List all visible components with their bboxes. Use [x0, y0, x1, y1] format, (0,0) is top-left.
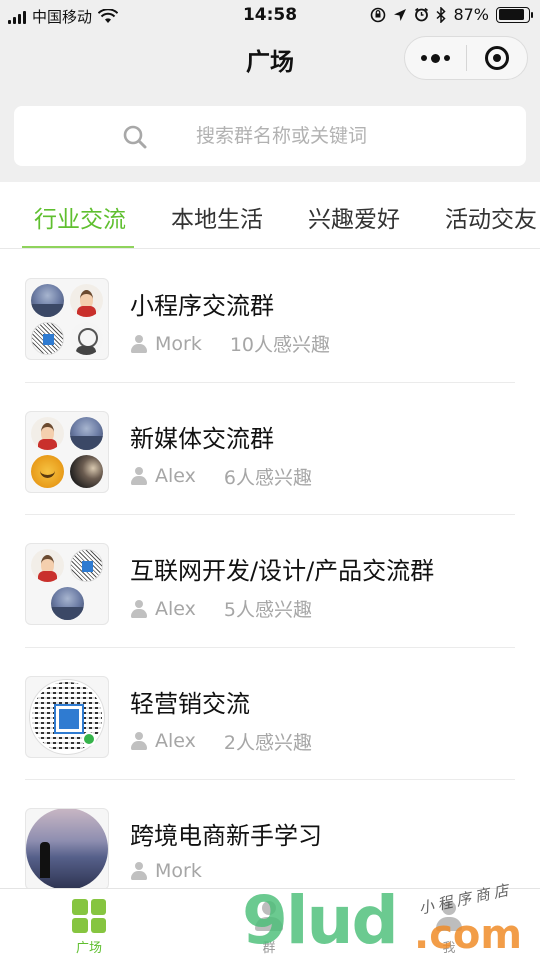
- interest-count: 5人感兴趣: [223, 599, 312, 621]
- tab-events[interactable]: 活动交友: [445, 200, 537, 234]
- close-button[interactable]: [467, 37, 528, 79]
- group-owner: Alex: [155, 730, 196, 752]
- group-owner: Alex: [155, 597, 196, 620]
- tabbar-me[interactable]: 我: [389, 899, 509, 956]
- interest-count: 10人感兴趣: [229, 334, 331, 356]
- group-name: 互联网开发/设计/产品交流群: [130, 557, 435, 585]
- group-avatar: [25, 543, 109, 625]
- member-avatar: [31, 454, 65, 488]
- tab-industry[interactable]: 行业交流: [34, 200, 126, 234]
- tabbar-groups[interactable]: 群: [209, 899, 329, 956]
- grid-icon: [72, 899, 106, 933]
- group-name: 跨境电商新手学习: [130, 822, 322, 850]
- group-owner: Mork: [155, 860, 202, 882]
- screen: 中国移动 14:58 87% 广场 搜索群名称或关键词 行业交流 本地生活 兴趣…: [0, 0, 540, 960]
- status-right: 87%: [370, 5, 533, 24]
- member-avatar: [69, 416, 103, 450]
- group-list: 小程序交流群 Mork 10人感兴趣 新媒体交流群 Alex 6人感兴趣 互联网…: [0, 250, 540, 913]
- group-avatar: [25, 278, 109, 360]
- member-avatar: [50, 587, 84, 620]
- member-avatar: [69, 322, 103, 355]
- member-avatar: [31, 284, 65, 317]
- battery-fill: [498, 9, 524, 20]
- list-item[interactable]: 小程序交流群 Mork 10人感兴趣: [0, 250, 540, 383]
- group-meta: Alex 5人感兴趣: [130, 595, 312, 622]
- tab-hobbies[interactable]: 兴趣爱好: [308, 200, 400, 234]
- tab-local-life[interactable]: 本地生活: [171, 200, 263, 234]
- user-icon: [130, 334, 148, 353]
- group-owner: Mork: [155, 332, 202, 355]
- more-dots-icon: [420, 53, 450, 63]
- tabbar-plaza[interactable]: 广场: [29, 899, 149, 956]
- user-icon: [130, 467, 148, 485]
- group-name: 小程序交流群: [130, 292, 274, 320]
- qr-logo: [56, 705, 82, 732]
- group-meta: Mork 10人感兴趣: [130, 330, 330, 357]
- alarm-icon: [415, 7, 429, 22]
- user-icon: [432, 899, 466, 933]
- interest-count: 6人感兴趣: [223, 466, 312, 489]
- close-target-icon: [484, 46, 509, 70]
- user-icon: [130, 599, 148, 618]
- active-tab-underline: [22, 246, 134, 248]
- member-avatar: [31, 322, 65, 355]
- list-item[interactable]: 轻营销交流 Alex 2人感兴趣: [0, 648, 540, 780]
- member-avatar: [69, 454, 103, 488]
- tabbar-label: 广场: [75, 941, 102, 956]
- user-icon: [130, 862, 148, 880]
- user-icon: [130, 732, 148, 750]
- category-tabs: 行业交流 本地生活 兴趣爱好 活动交友: [0, 182, 540, 249]
- qr-code-avatar: [30, 679, 104, 754]
- member-avatar: [69, 549, 103, 582]
- search-area: [0, 92, 540, 182]
- list-item[interactable]: 互联网开发/设计/产品交流群 Alex 5人感兴趣: [0, 515, 540, 648]
- battery-percent: 87%: [453, 5, 489, 24]
- search-icon: [123, 125, 147, 149]
- status-bar: 中国移动 14:58 87%: [0, 0, 540, 32]
- rotation-lock-icon: [371, 7, 386, 22]
- group-name: 轻营销交流: [130, 689, 250, 718]
- group-avatar: [25, 808, 109, 890]
- more-button[interactable]: [405, 37, 466, 79]
- bottom-tab-bar: 广场 群 我: [0, 888, 540, 960]
- member-avatar: [31, 549, 65, 582]
- sunset-photo-avatar: [26, 809, 108, 889]
- capsule-menu: [404, 36, 528, 80]
- group-avatar: [25, 675, 109, 758]
- group-meta: Alex 6人感兴趣: [130, 463, 312, 490]
- group-meta: Alex 2人感兴趣: [130, 728, 312, 755]
- member-avatar: [31, 416, 65, 450]
- search-box[interactable]: [14, 106, 526, 166]
- group-icon: [251, 899, 287, 933]
- tabbar-label: 我: [442, 941, 456, 956]
- nav-bar: 广场: [0, 32, 540, 92]
- tabbar-label: 群: [262, 941, 276, 956]
- group-meta: Mork: [130, 860, 230, 882]
- list-item[interactable]: 新媒体交流群 Alex 6人感兴趣: [0, 383, 540, 515]
- battery-icon: [496, 6, 533, 23]
- group-avatar: [25, 410, 109, 493]
- wechat-badge-icon: [82, 731, 96, 746]
- bluetooth-icon: [436, 6, 447, 23]
- search-input[interactable]: [196, 122, 496, 150]
- member-avatar: [69, 284, 103, 317]
- location-icon: [394, 8, 407, 21]
- group-name: 新媒体交流群: [130, 424, 274, 453]
- group-owner: Alex: [155, 465, 196, 487]
- interest-count: 2人感兴趣: [223, 731, 312, 754]
